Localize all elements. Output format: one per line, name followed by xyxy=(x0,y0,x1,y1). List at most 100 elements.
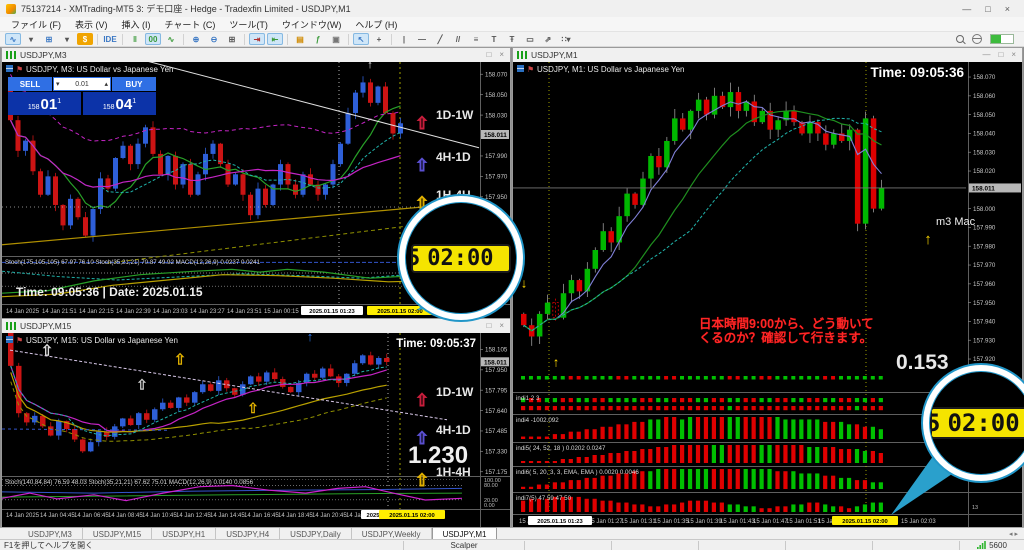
svg-text:USDJPY, M3: US Dollar vs Japa: USDJPY, M3: US Dollar vs Japanese Yen xyxy=(26,65,173,74)
svg-text:14 Jan 23:03: 14 Jan 23:03 xyxy=(153,309,188,315)
channel-button[interactable]: // xyxy=(450,33,466,45)
new-chart-dropdown[interactable]: ▾ xyxy=(59,33,75,45)
svg-text:⚑: ⚑ xyxy=(16,65,23,74)
svg-text:157.990: 157.990 xyxy=(485,153,508,160)
algo-trading-button[interactable]: $ xyxy=(77,33,93,45)
rectangle-button[interactable]: ▭ xyxy=(522,33,538,45)
candles-button[interactable]: 00 xyxy=(145,33,161,45)
grid-button[interactable]: ⊞ xyxy=(224,33,240,45)
m15-window-title-bar[interactable]: USDJPY,M15 □ × xyxy=(2,319,510,332)
buy-price: 158 04 1 xyxy=(83,92,156,115)
toolbar-separator xyxy=(183,34,184,45)
chart-type-dropdown[interactable]: ▾ xyxy=(23,33,39,45)
m1-window-title-bar[interactable]: USDJPY,M1 — □ × xyxy=(513,48,1022,61)
vline-button[interactable]: | xyxy=(396,33,412,45)
m15-close-button[interactable]: × xyxy=(499,321,504,330)
m1-close-button[interactable]: × xyxy=(1011,50,1016,59)
screenshot-button[interactable]: ▣ xyxy=(328,33,344,45)
menu-item[interactable]: ウインドウ(W) xyxy=(275,18,349,31)
cursor-button[interactable]: ↖ xyxy=(353,33,369,45)
m1-minimize-button[interactable]: — xyxy=(982,50,990,59)
status-bar: F1を押してヘルプを開く Scalper 5600 xyxy=(0,539,1024,550)
objects-dropdown[interactable]: ∷▾ xyxy=(558,33,574,45)
status-cell xyxy=(611,541,698,550)
svg-text:14 Jan 12:45: 14 Jan 12:45 xyxy=(176,513,211,519)
svg-text:14 Jan 20:45: 14 Jan 20:45 xyxy=(312,513,347,519)
minimize-button[interactable]: — xyxy=(962,4,971,14)
m15-restore-button[interactable]: □ xyxy=(486,321,491,330)
svg-text:indi7(5) 47 59 47 50: indi7(5) 47 59 47 50 xyxy=(516,495,572,502)
crosshair-button[interactable]: + xyxy=(371,33,387,45)
zoom-out-button[interactable]: ⊖ xyxy=(206,33,222,45)
indicators-button[interactable]: ƒ xyxy=(310,33,326,45)
maximize-button[interactable]: □ xyxy=(985,4,990,14)
zoom-in-button[interactable]: ⊕ xyxy=(188,33,204,45)
svg-text:2025.01.15 02:00: 2025.01.15 02:00 xyxy=(377,309,422,315)
lcd-time-display: 502:00 xyxy=(930,407,1024,439)
svg-text:indi5( 24, 52, 18 ) 0.0202 0.0: indi5( 24, 52, 18 ) 0.0202 0.0247 xyxy=(516,445,606,452)
chart-tab-USDJPY,H1[interactable]: USDJPY,H1 xyxy=(152,528,216,539)
auto-scroll-button[interactable]: ⇤ xyxy=(267,33,283,45)
menu-item[interactable]: チャート (C) xyxy=(158,18,223,31)
status-help-text: F1を押してヘルプを開く xyxy=(0,540,403,550)
hline-button[interactable]: — xyxy=(414,33,430,45)
chart-tab-USDJPY,Weekly[interactable]: USDJPY,Weekly xyxy=(352,528,432,539)
arrows-button[interactable]: ⇗ xyxy=(540,33,556,45)
search-icon[interactable] xyxy=(956,35,964,43)
candlestick-icon xyxy=(517,51,527,59)
svg-text:158.011: 158.011 xyxy=(484,132,507,139)
toolbar: ∿▾⊞▾$IDE‖00∿⊕⊖⊞⇥⇤▤ƒ▣↖+|—╱//≡TŦ▭⇗∷▾ xyxy=(0,32,1024,47)
app-title-bar[interactable]: 75137214 - XMTrading-MT5 3: デモ口座 - Hedge… xyxy=(0,0,1024,17)
metaeditor-ide-button[interactable]: IDE xyxy=(102,33,118,45)
chart-type-button[interactable]: ∿ xyxy=(5,33,21,45)
svg-text:157.970: 157.970 xyxy=(973,262,996,269)
lot-down-icon[interactable]: ▾ xyxy=(56,80,60,88)
svg-text:157.940: 157.940 xyxy=(973,319,996,326)
m1-restore-button[interactable]: □ xyxy=(998,50,1003,59)
chart-tab-USDJPY,M3[interactable]: USDJPY,M3 xyxy=(18,528,83,539)
svg-text:⇧: ⇧ xyxy=(247,400,259,416)
menu-item[interactable]: ヘルプ (H) xyxy=(348,18,404,31)
lot-up-icon[interactable]: ▴ xyxy=(104,80,108,88)
chart-tab-USDJPY,Daily[interactable]: USDJPY,Daily xyxy=(280,528,352,539)
chart-tab-USDJPY,M1[interactable]: USDJPY,M1 xyxy=(432,527,498,539)
close-button[interactable]: × xyxy=(1005,4,1010,14)
sell-price: 158 01 1 xyxy=(8,92,81,115)
one-click-trade-panel: SELL ▾ 0.01 ▴ BUY 158 01 1 158 04 1 xyxy=(8,77,156,115)
text-button[interactable]: T xyxy=(486,33,502,45)
menu-item[interactable]: 挿入 (I) xyxy=(115,18,158,31)
app-title: 75137214 - XMTrading-MT5 3: デモ口座 - Hedge… xyxy=(21,2,351,15)
buy-button[interactable]: BUY xyxy=(112,77,156,91)
svg-text:2025.01.15 02:00: 2025.01.15 02:00 xyxy=(389,513,434,519)
bars-button[interactable]: ‖ xyxy=(127,33,143,45)
connection-meter xyxy=(990,34,1014,44)
trendline-button[interactable]: ╱ xyxy=(432,33,448,45)
m3-restore-button[interactable]: □ xyxy=(486,50,491,59)
line-chart-button[interactable]: ∿ xyxy=(163,33,179,45)
community-icon[interactable] xyxy=(972,34,982,44)
tab-scroll-arrows[interactable]: ◂ ▸ xyxy=(1003,528,1024,539)
menu-item[interactable]: 表示 (V) xyxy=(68,18,115,31)
svg-text:158.011: 158.011 xyxy=(484,359,507,366)
chart-tab-USDJPY,H4[interactable]: USDJPY,H4 xyxy=(216,528,280,539)
chart-tab-USDJPY,M15[interactable]: USDJPY,M15 xyxy=(83,528,152,539)
sell-button[interactable]: SELL xyxy=(8,77,52,91)
new-chart-button[interactable]: ⊞ xyxy=(41,33,57,45)
svg-text:157.485: 157.485 xyxy=(485,428,508,435)
svg-text:15 Jan 01:31: 15 Jan 01:31 xyxy=(621,519,656,525)
svg-text:14 Jan 10:45: 14 Jan 10:45 xyxy=(142,513,177,519)
shift-end-button[interactable]: ⇥ xyxy=(249,33,265,45)
candlestick-icon xyxy=(6,322,16,330)
lot-size-stepper[interactable]: ▾ 0.01 ▴ xyxy=(53,77,111,91)
chart-window-m15[interactable]: USDJPY,M15 □ × Stoch(140,84,84) 76.59 48… xyxy=(1,318,511,527)
svg-text:14 Jan 14:45: 14 Jan 14:45 xyxy=(210,513,245,519)
fibo-button[interactable]: ≡ xyxy=(468,33,484,45)
menu-item[interactable]: ツール(T) xyxy=(222,18,275,31)
m3-close-button[interactable]: × xyxy=(499,50,504,59)
svg-text:158.105: 158.105 xyxy=(485,347,508,354)
m3-window-title-bar[interactable]: USDJPY,M3 □ × xyxy=(2,48,510,61)
pitchfork-button[interactable]: Ŧ xyxy=(504,33,520,45)
menu-item[interactable]: ファイル (F) xyxy=(4,18,68,31)
templates-button[interactable]: ▤ xyxy=(292,33,308,45)
m15-chart-canvas[interactable]: Stoch(140,84,84) 76.59 48.03 Stoch(35,21… xyxy=(2,333,510,527)
